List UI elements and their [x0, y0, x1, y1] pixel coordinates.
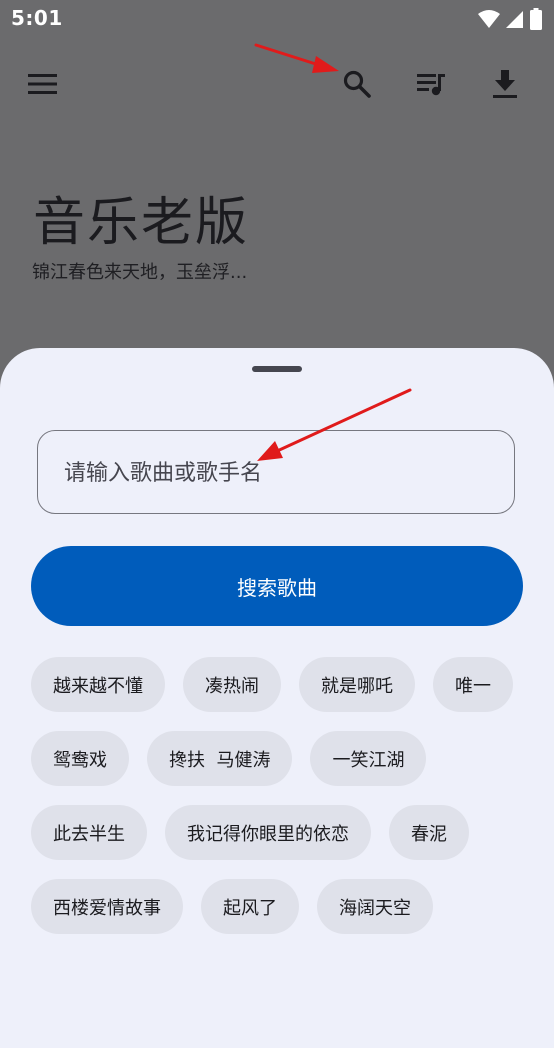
- suggestion-chip[interactable]: 西楼爱情故事: [31, 879, 183, 934]
- suggestion-chip[interactable]: 越来越不懂: [31, 657, 165, 712]
- download-button[interactable]: [485, 64, 525, 104]
- suggestion-chips: 越来越不懂 凑热闹 就是哪吒 唯一 鸳鸯戏 搀扶 马健涛 一笑江湖 此去半生 我…: [31, 657, 531, 934]
- status-time: 5:01: [11, 6, 63, 30]
- suggestion-chip[interactable]: 一笑江湖: [310, 731, 427, 786]
- search-field[interactable]: [37, 430, 515, 515]
- wifi-icon: [478, 10, 500, 28]
- menu-icon: [28, 74, 57, 94]
- battery-icon: [530, 8, 542, 30]
- signal-icon: [506, 11, 523, 28]
- queue-music-icon: [417, 74, 445, 96]
- suggestion-chip[interactable]: 春泥: [389, 805, 469, 860]
- search-input[interactable]: [62, 431, 486, 515]
- status-bar: 5:01: [0, 0, 554, 38]
- search-bottom-sheet: 搜索歌曲 越来越不懂 凑热闹 就是哪吒 唯一 鸳鸯戏 搀扶 马健涛 一笑江湖 此…: [0, 348, 554, 1048]
- page-title: 音乐老版: [33, 193, 250, 253]
- system-icons: [478, 8, 542, 30]
- menu-button[interactable]: [23, 64, 63, 104]
- suggestion-chip[interactable]: 我记得你眼里的依恋: [165, 805, 371, 860]
- search-icon: [343, 70, 371, 98]
- search-button[interactable]: [337, 64, 377, 104]
- suggestion-chip[interactable]: 起风了: [201, 879, 299, 934]
- top-app-bar: [0, 56, 554, 116]
- download-icon: [493, 70, 517, 98]
- page-subtitle: 锦江春色来天地，玉垒浮...: [32, 262, 248, 283]
- suggestion-chip[interactable]: 唯一: [433, 657, 513, 712]
- drag-handle[interactable]: [252, 366, 302, 372]
- suggestion-chip[interactable]: 鸳鸯戏: [31, 731, 129, 786]
- suggestion-chip[interactable]: 凑热闹: [183, 657, 281, 712]
- search-songs-button[interactable]: 搜索歌曲: [31, 546, 523, 626]
- suggestion-chip[interactable]: 搀扶 马健涛: [147, 731, 293, 786]
- suggestion-chip[interactable]: 海阔天空: [317, 879, 433, 934]
- playlist-button[interactable]: [411, 64, 451, 104]
- suggestion-chip[interactable]: 就是哪吒: [299, 657, 415, 712]
- suggestion-chip[interactable]: 此去半生: [31, 805, 147, 860]
